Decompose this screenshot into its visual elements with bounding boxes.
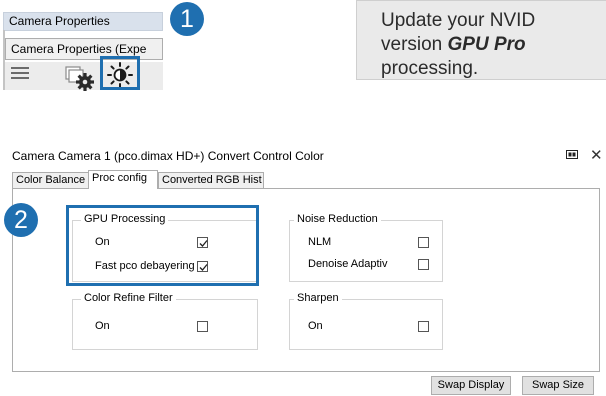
tip-line-1: Update your NVID [381,10,536,31]
pin-icon[interactable] [566,150,578,160]
swap-display-button[interactable]: Swap Display [431,376,511,395]
nlm-label: NLM [308,236,332,248]
window-title: Camera Camera 1 (pco.dimax HD+) Convert … [12,149,324,163]
camera-properties-title: Camera Properties [3,12,163,31]
group-label-sharpen: Sharpen [294,292,342,304]
sharpen-on-label: On [308,320,323,332]
brightness-highlight [100,56,140,90]
tip-callout: Update your NVID version GPU Pro process… [356,0,606,80]
sharpen-on-checkbox[interactable] [418,321,429,332]
group-label-color-refine-filter: Color Refine Filter [81,292,176,304]
group-noise-reduction [289,220,443,282]
step-badge-1: 1 [170,2,204,36]
tip-line-2: version GPU Pro [381,34,526,55]
tip-line-3: processing. [381,58,479,79]
tab-proc-config[interactable]: Proc config [88,170,158,189]
tab-color-balance[interactable]: Color Balance [12,172,89,188]
tip-emphasis: GPU Pro [447,34,526,55]
tab-converted-rgb-hist[interactable]: Converted RGB Hist [158,172,264,188]
menu-icon[interactable] [11,65,29,81]
color-refine-on-checkbox[interactable] [197,321,208,332]
denoise-adaptiv-checkbox[interactable] [418,259,429,270]
gpu-processing-highlight [66,205,259,286]
close-icon[interactable]: ✕ [590,146,603,164]
swap-size-button[interactable]: Swap Size [522,376,594,395]
gear-icon[interactable] [64,63,96,91]
step-badge-2: 2 [4,203,38,237]
nlm-checkbox[interactable] [418,237,429,248]
group-label-noise-reduction: Noise Reduction [294,213,381,225]
denoise-adaptiv-label: Denoise Adaptiv [308,258,388,270]
color-refine-on-label: On [95,320,110,332]
